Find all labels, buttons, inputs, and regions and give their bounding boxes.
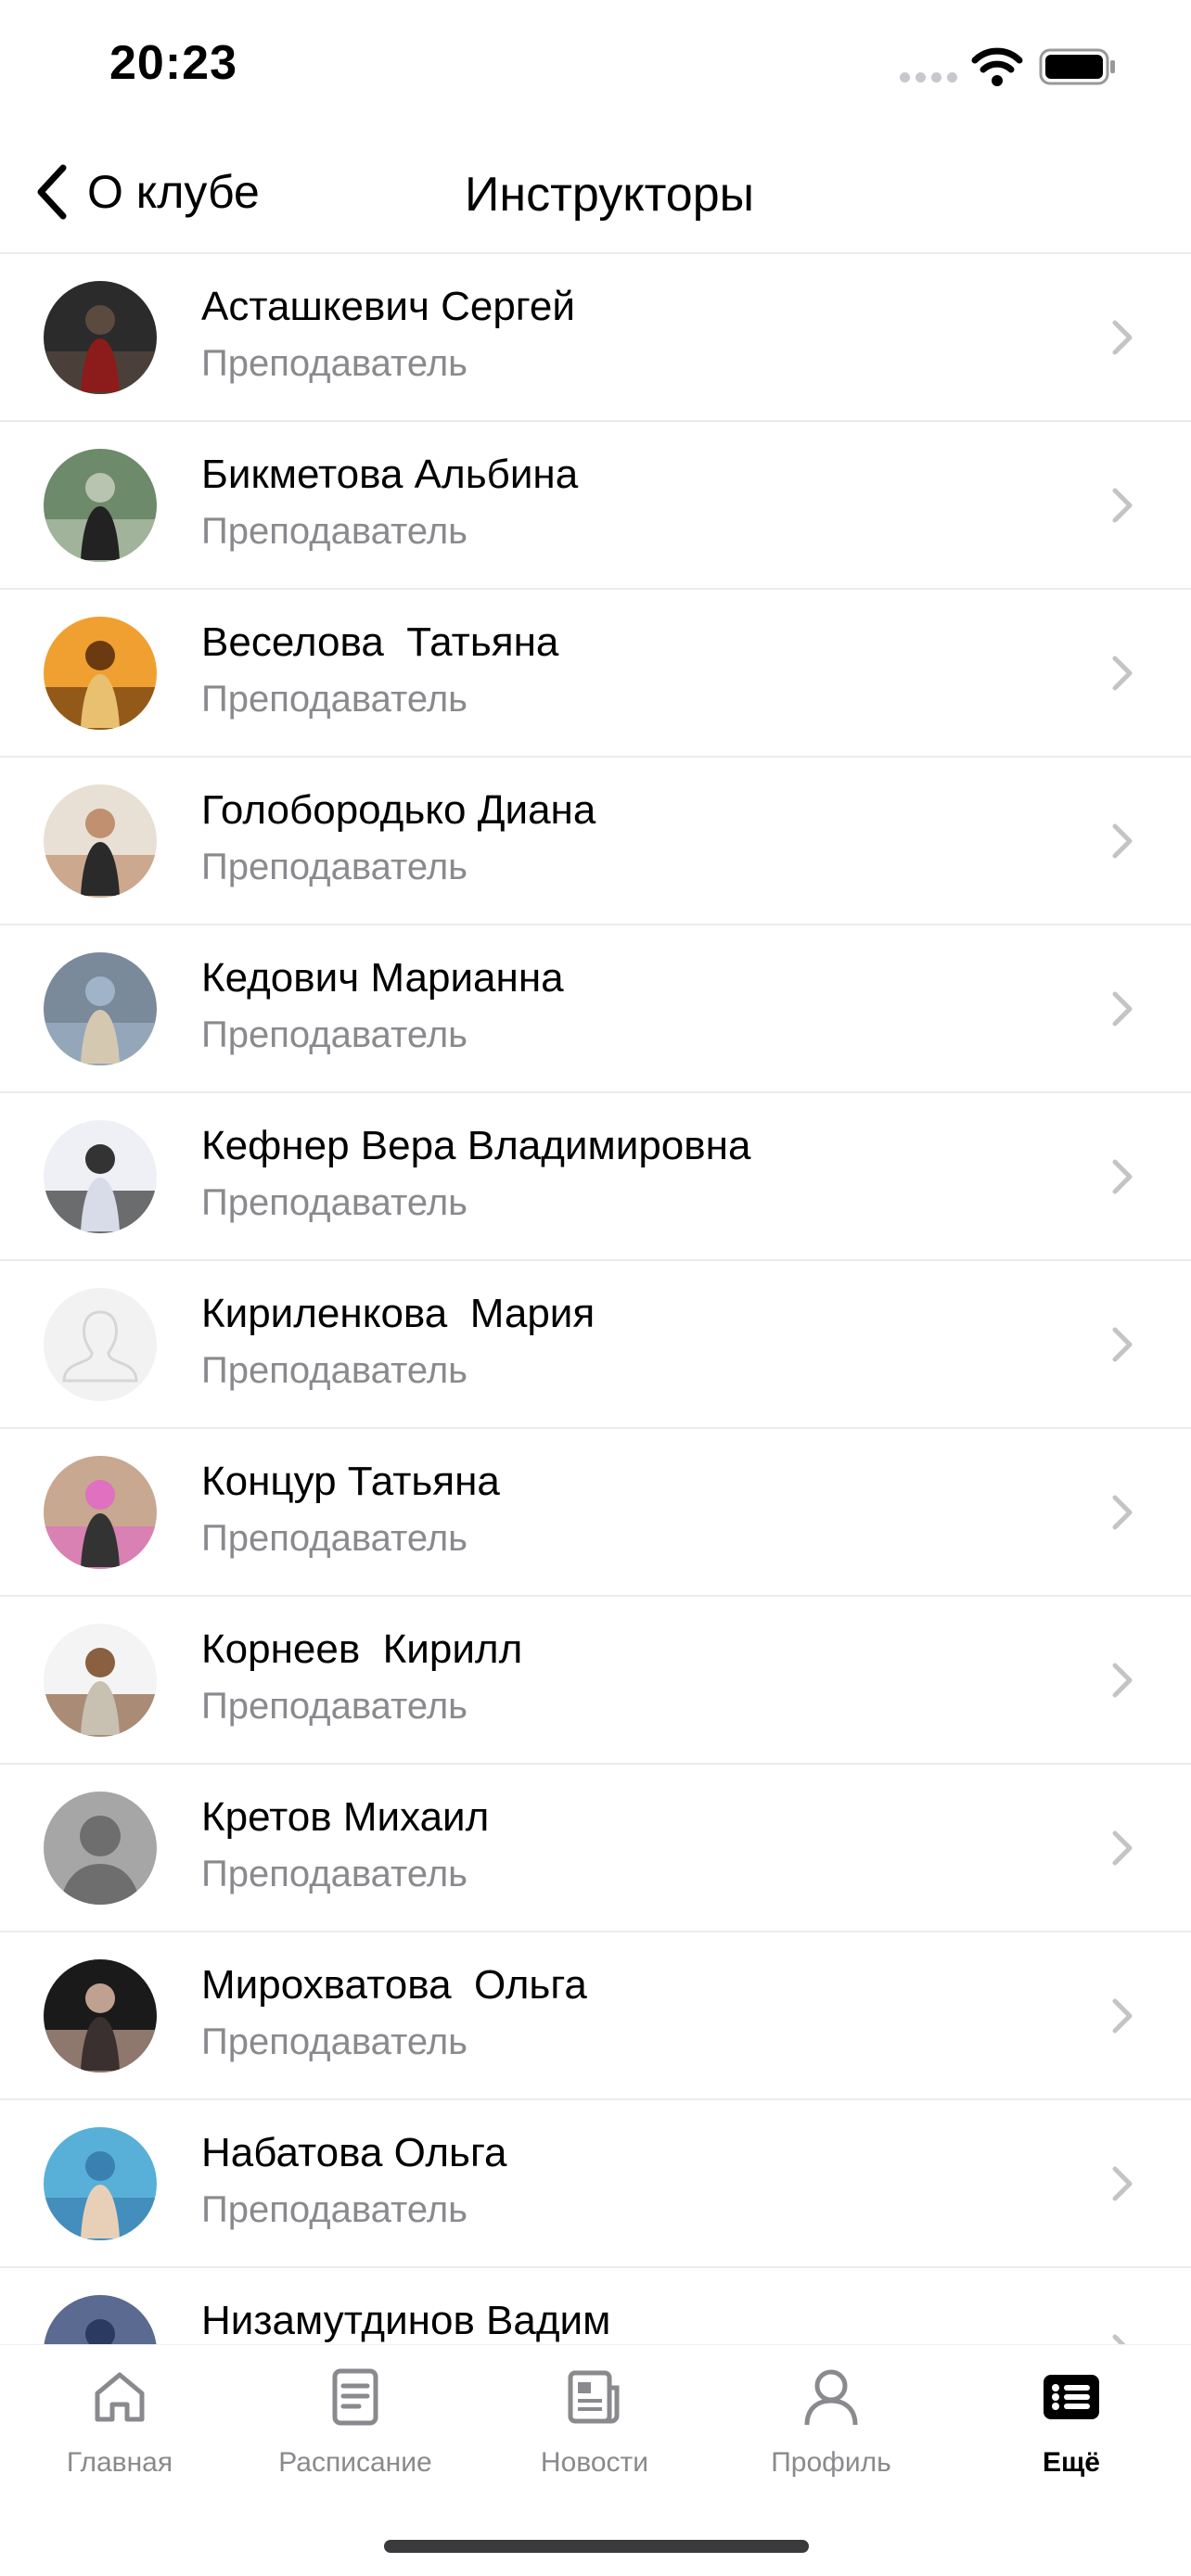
tab-more[interactable]: Ещё bbox=[979, 2366, 1164, 2495]
instructor-row[interactable]: Кефнер Вера Владимировна Преподаватель bbox=[0, 1093, 1191, 1261]
profile-icon bbox=[804, 2369, 858, 2426]
tab-profile-label: Профиль bbox=[771, 2447, 891, 2478]
instructor-role: Преподаватель bbox=[201, 1350, 467, 1391]
chevron-right-icon bbox=[1112, 2166, 1133, 2201]
avatar bbox=[44, 617, 157, 730]
chevron-right-icon bbox=[1112, 2334, 1126, 2344]
avatar bbox=[44, 952, 157, 1065]
instructor-row[interactable]: Кириленкова Мария Преподаватель bbox=[0, 1261, 1191, 1429]
chevron-right-icon bbox=[1112, 1998, 1133, 2034]
instructor-role: Преподаватель bbox=[201, 511, 467, 552]
instructor-name: Кедович Марианна bbox=[201, 955, 564, 1001]
more-icon bbox=[1044, 2375, 1099, 2419]
instructor-row[interactable]: Корнеев Кирилл Преподаватель bbox=[0, 1597, 1191, 1765]
tab-home[interactable]: Главная bbox=[27, 2366, 212, 2495]
chevron-right-icon bbox=[1112, 488, 1133, 523]
instructor-row[interactable]: Концур Татьяна Преподаватель bbox=[0, 1429, 1191, 1597]
instructor-role: Преподаватель bbox=[201, 1686, 467, 1727]
chevron-right-icon bbox=[1112, 320, 1133, 355]
instructor-role: Преподаватель bbox=[201, 1518, 467, 1559]
instructor-name: Бикметова Альбина bbox=[201, 452, 579, 497]
tab-bar: Главная Расписание Новости Профиль Ещё bbox=[0, 2344, 1191, 2576]
instructor-role: Преподаватель bbox=[201, 1182, 467, 1223]
tab-home-label: Главная bbox=[66, 2447, 173, 2478]
home-indicator[interactable] bbox=[384, 2540, 809, 2553]
avatar bbox=[44, 784, 157, 898]
instructor-role: Преподаватель bbox=[201, 343, 467, 384]
news-icon bbox=[568, 2370, 620, 2424]
instructor-name: Набатова Ольга bbox=[201, 2130, 507, 2175]
chevron-right-icon bbox=[1112, 991, 1133, 1027]
avatar bbox=[44, 1120, 157, 1233]
chevron-right-icon bbox=[1112, 1495, 1133, 1530]
avatar bbox=[44, 1288, 157, 1401]
avatar bbox=[44, 2127, 157, 2240]
tab-schedule[interactable]: Расписание bbox=[263, 2366, 448, 2495]
instructor-name: Кефнер Вера Владимировна bbox=[201, 1123, 751, 1168]
tab-news-label: Новости bbox=[540, 2447, 649, 2478]
instructor-name: Концур Татьяна bbox=[201, 1459, 500, 1504]
instructor-role: Преподаватель bbox=[201, 1014, 467, 1055]
avatar bbox=[44, 1456, 157, 1569]
chevron-right-icon bbox=[1112, 1830, 1133, 1866]
avatar bbox=[44, 2295, 157, 2344]
schedule-icon bbox=[332, 2368, 378, 2426]
instructor-name: Низамутдинов Вадим bbox=[201, 2298, 611, 2343]
instructor-role: Преподаватель bbox=[201, 1854, 467, 1894]
instructor-name: Мирохватова Ольга bbox=[201, 1962, 587, 2008]
wifi-icon bbox=[971, 47, 1023, 86]
chevron-right-icon bbox=[1112, 1159, 1133, 1194]
chevron-right-icon bbox=[1112, 656, 1133, 691]
navigation-bar: О клубе Инструкторы bbox=[0, 130, 1191, 254]
instructor-name: Корнеев Кирилл bbox=[201, 1626, 523, 1672]
avatar bbox=[44, 449, 157, 562]
tab-news[interactable]: Новости bbox=[502, 2366, 687, 2495]
tab-schedule-label: Расписание bbox=[278, 2447, 432, 2478]
instructor-row[interactable]: Набатова Ольга Преподаватель bbox=[0, 2100, 1191, 2268]
avatar bbox=[44, 1959, 157, 2072]
instructor-row[interactable]: Веселова Татьяна Преподаватель bbox=[0, 590, 1191, 758]
battery-icon bbox=[1039, 48, 1115, 85]
avatar bbox=[44, 1792, 157, 1905]
instructor-role: Преподаватель bbox=[201, 847, 467, 887]
instructor-row[interactable]: Мирохватова Ольга Преподаватель bbox=[0, 1932, 1191, 2100]
instructor-row[interactable]: Низамутдинов ВадимПреподаватель bbox=[0, 2268, 1191, 2344]
avatar bbox=[44, 1624, 157, 1737]
instructor-list[interactable]: Асташкевич Сергей Преподаватель Бикметова … bbox=[0, 254, 1191, 2344]
instructor-name: Асташкевич Сергей bbox=[201, 284, 575, 329]
cellular-signal-icon bbox=[900, 72, 957, 83]
status-bar: 20:23 bbox=[0, 0, 1191, 130]
instructor-name: Веселова Татьяна bbox=[201, 619, 559, 665]
page-title: Инструкторы bbox=[464, 168, 755, 222]
screen: 20:23 О клубе Инструкторы Асташкевич Сер… bbox=[0, 0, 1191, 2576]
instructor-role: Преподаватель bbox=[201, 2189, 467, 2230]
instructor-row[interactable]: Кедович Марианна Преподаватель bbox=[0, 925, 1191, 1093]
instructor-name: Кириленкова Мария bbox=[201, 1291, 596, 1336]
instructor-row[interactable]: Бикметова Альбина Преподаватель bbox=[0, 422, 1191, 590]
home-icon bbox=[95, 2372, 145, 2422]
instructor-row[interactable]: Асташкевич Сергей Преподаватель bbox=[0, 254, 1191, 422]
instructor-row[interactable]: Голобородько Диана Преподаватель bbox=[0, 758, 1191, 925]
instructor-name: Голобородько Диана bbox=[201, 787, 596, 833]
status-time: 20:23 bbox=[109, 36, 237, 90]
chevron-right-icon bbox=[1112, 1663, 1133, 1698]
instructor-role: Преподаватель bbox=[201, 679, 467, 720]
instructor-role: Преподаватель bbox=[201, 2021, 467, 2062]
instructor-name: Кретов Михаил bbox=[201, 1794, 490, 1840]
tab-more-label: Ещё bbox=[1042, 2447, 1100, 2478]
tab-profile[interactable]: Профиль bbox=[738, 2366, 924, 2495]
avatar bbox=[44, 281, 157, 394]
instructor-row[interactable]: Кретов Михаил Преподаватель bbox=[0, 1765, 1191, 1932]
chevron-right-icon bbox=[1112, 823, 1133, 859]
chevron-right-icon bbox=[1112, 1327, 1133, 1362]
